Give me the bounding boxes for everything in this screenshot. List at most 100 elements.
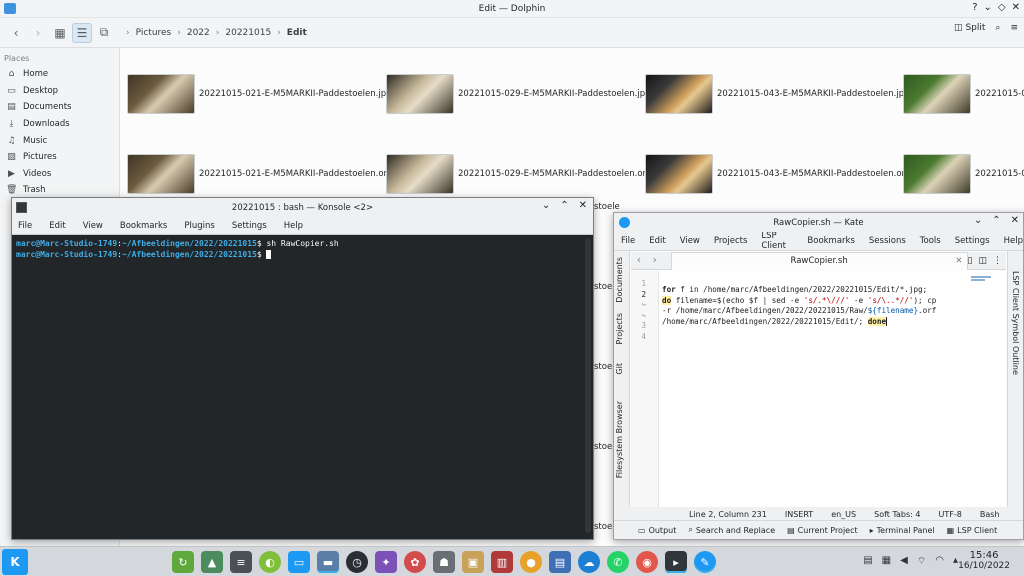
sidebar-tab-git[interactable]: Git (615, 363, 624, 375)
volume-icon[interactable]: ◀ (900, 555, 908, 568)
menu-projects[interactable]: Projects (714, 236, 748, 246)
window-app-icon[interactable]: ▬ (317, 551, 339, 573)
cursor-position[interactable]: Line 2, Column 231 (689, 510, 767, 519)
split-view-icon[interactable]: ◫ (978, 256, 987, 266)
clock-app-icon[interactable]: ◷ (346, 551, 368, 573)
clipboard-icon[interactable]: ▤ (863, 555, 872, 568)
terminal-output[interactable]: marc@Marc-Studio-1749:~/Afbeeldingen/202… (12, 235, 593, 263)
menu-bookmarks[interactable]: Bookmarks (120, 221, 168, 231)
minimize-icon[interactable]: ⌄ (974, 215, 982, 226)
sidebar-tab-lsp-outline[interactable]: LSP Client Symbol Outline (1011, 271, 1020, 375)
code-content[interactable]: for f in /home/marc/Afbeeldingen/2022/20… (662, 285, 967, 327)
help-icon[interactable]: ? (972, 2, 977, 13)
place-item-music[interactable]: ♫ Music (0, 132, 119, 149)
indentation[interactable]: Soft Tabs: 4 (874, 510, 920, 519)
menu-lsp-client[interactable]: LSP Client (761, 231, 793, 251)
clock[interactable]: 15:46 16/10/2022 (958, 550, 1010, 572)
file-item[interactable]: 20221015-0 (903, 66, 1024, 121)
forward-icon[interactable]: › (28, 23, 48, 43)
menu-file[interactable]: File (621, 236, 635, 246)
compact-view-icon[interactable]: ☰ (72, 22, 92, 43)
back-icon[interactable]: ‹ (6, 23, 26, 43)
close-tab-icon[interactable]: ✕ (955, 256, 962, 266)
file-item[interactable]: 20221015-029-E-M5MARKII-Paddestoelen.jpg (386, 66, 651, 121)
split-button[interactable]: ◫ Split (954, 23, 985, 33)
details-view-icon[interactable]: ⧉ (94, 23, 114, 43)
dolphin-titlebar[interactable]: Edit — Dolphin ? ⌄ ◇ ✕ (0, 0, 1024, 18)
menu-settings[interactable]: Settings (232, 221, 267, 231)
maximize-icon[interactable]: ⌃ (992, 215, 1000, 226)
menu-tools[interactable]: Tools (920, 236, 941, 246)
close-icon[interactable]: ✕ (579, 200, 587, 211)
menu-bookmarks[interactable]: Bookmarks (807, 236, 855, 246)
sidebar-tab-projects[interactable]: Projects (615, 313, 624, 345)
menu-sessions[interactable]: Sessions (869, 236, 906, 246)
place-item-documents[interactable]: ▤ Documents (0, 99, 119, 116)
tab-rawcopier[interactable]: RawCopier.sh ✕ (670, 251, 968, 270)
network-icon[interactable]: ⌔ (917, 555, 926, 568)
minimize-icon[interactable]: ⌄ (984, 2, 992, 13)
file-item[interactable]: 20221015-043-E-M5MARKII-Paddestoelen.jpg (645, 66, 910, 121)
place-item-downloads[interactable]: ⤓ Downloads (0, 116, 119, 133)
close-icon[interactable]: ✕ (1012, 2, 1020, 13)
breadcrumb-20221015[interactable]: 20221015 (225, 28, 271, 38)
media-app-icon[interactable]: ● (520, 551, 542, 573)
menu-edit[interactable]: Edit (49, 221, 65, 231)
new-document-icon[interactable]: ▯ (968, 256, 973, 266)
minimize-icon[interactable]: ⌄ (542, 200, 550, 211)
place-item-videos[interactable]: ▶ Videos (0, 166, 119, 183)
file-item[interactable]: 20221015-043-E-M5MARKII-Paddestoelen.orf (645, 146, 908, 201)
file-item[interactable]: 20221015-021-E-M5MARKII-Paddestoelen.orf (127, 146, 390, 201)
dictionary[interactable]: en_US (831, 510, 856, 519)
search-icon[interactable]: ⌕ (995, 23, 1000, 33)
image-app-icon[interactable]: ▲ (201, 551, 223, 573)
settings-app-icon[interactable]: ≡ (230, 551, 252, 573)
maximize-icon[interactable]: ◇ (998, 2, 1006, 13)
panel-output[interactable]: ▭ Output (638, 526, 676, 535)
terminal-scrollbar[interactable] (585, 238, 591, 533)
panel-current-project[interactable]: ▤ Current Project (787, 526, 858, 535)
file-item[interactable]: 20221015-0 (903, 146, 1024, 201)
dolphin-app-icon[interactable]: ▭ (288, 551, 310, 573)
more-icon[interactable]: ⋮ (993, 256, 1002, 266)
wizard-app-icon[interactable]: ✦ (375, 551, 397, 573)
menu-edit[interactable]: Edit (649, 236, 665, 246)
sidebar-tab-documents[interactable]: Documents (615, 257, 624, 303)
menu-help[interactable]: Help (284, 221, 303, 231)
maximize-icon[interactable]: ⌃ (560, 200, 568, 211)
breadcrumb-2022[interactable]: 2022 (187, 28, 210, 38)
tab-prev-icon[interactable]: ‹ (631, 255, 647, 266)
place-item-desktop[interactable]: ▭ Desktop (0, 83, 119, 100)
panel-lsp-client[interactable]: ▦ LSP Client (947, 526, 998, 535)
breadcrumb-edit[interactable]: Edit (287, 28, 307, 38)
panel-search-replace[interactable]: ⌕ Search and Replace (688, 525, 775, 535)
breadcrumb-pictures[interactable]: Pictures (136, 28, 172, 38)
game-app-icon[interactable]: ☗ (433, 551, 455, 573)
menu-view[interactable]: View (83, 221, 103, 231)
menu-settings[interactable]: Settings (955, 236, 990, 246)
browser-app-icon[interactable]: ◐ (259, 551, 281, 573)
chrome-app-icon[interactable]: ◉ (636, 551, 658, 573)
cloud-app-icon[interactable]: ☁ (578, 551, 600, 573)
refresh-app-icon[interactable]: ↻ (172, 551, 194, 573)
hamburger-menu-icon[interactable]: ≡ (1010, 23, 1018, 33)
close-icon[interactable]: ✕ (1011, 215, 1019, 226)
minimap[interactable] (968, 275, 1004, 507)
kate-app-icon[interactable]: ✎ (694, 551, 716, 573)
encoding[interactable]: UTF-8 (939, 510, 962, 519)
docs-app-icon[interactable]: ▤ (549, 551, 571, 573)
tab-next-icon[interactable]: › (647, 255, 663, 266)
konsole-app-icon[interactable]: ▸ (665, 551, 687, 573)
wifi-icon[interactable]: ◠ (935, 555, 944, 568)
files-app-icon[interactable]: ▥ (491, 551, 513, 573)
menu-plugins[interactable]: Plugins (184, 221, 214, 231)
photo-app-icon[interactable]: ▣ (462, 551, 484, 573)
syntax-mode[interactable]: Bash (980, 510, 1000, 519)
sidebar-tab-filesystem-browser[interactable]: Filesystem Browser (615, 401, 624, 478)
menu-file[interactable]: File (18, 221, 32, 231)
file-item[interactable]: 20221015-021-E-M5MARKII-Paddestoelen.jpg (127, 66, 392, 121)
whatsapp-app-icon[interactable]: ✆ (607, 551, 629, 573)
color-app-icon[interactable]: ✿ (404, 551, 426, 573)
notes-icon[interactable]: ▦ (882, 555, 891, 568)
place-item-home[interactable]: ⌂ Home (0, 66, 119, 83)
